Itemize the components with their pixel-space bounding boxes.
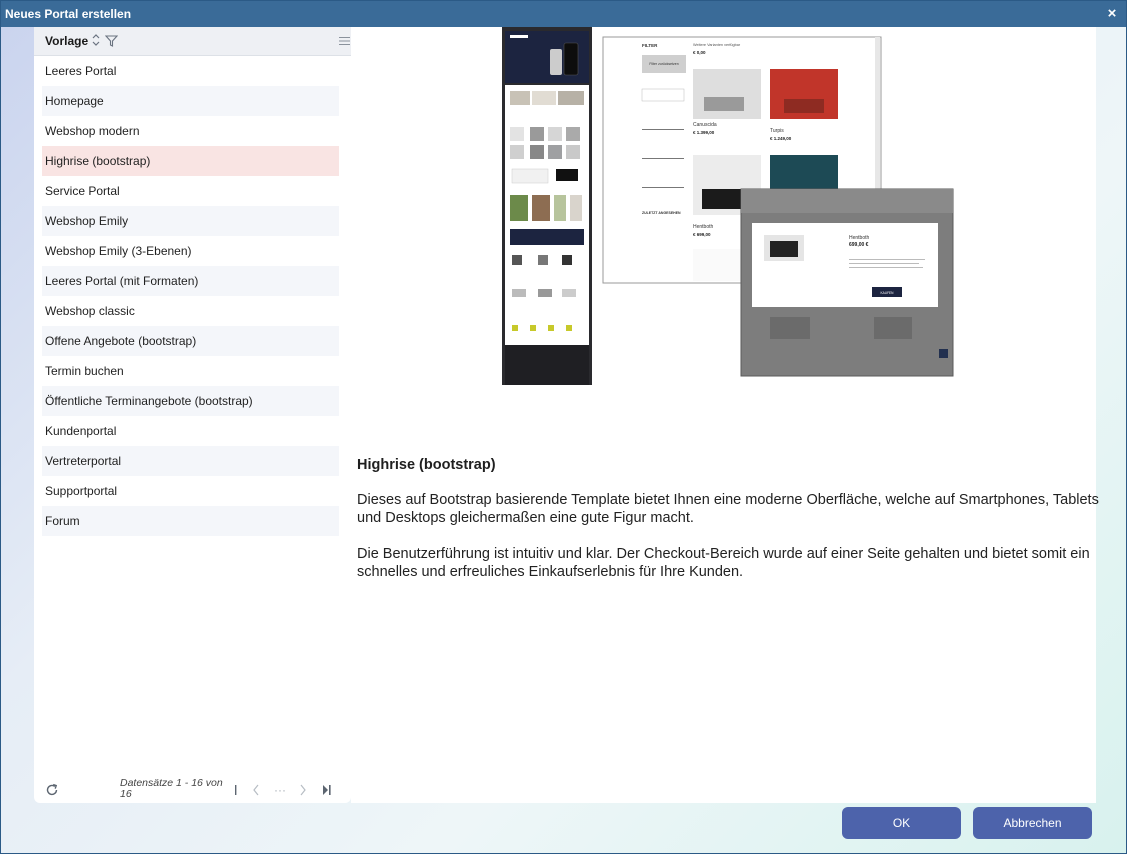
close-icon[interactable]: × bbox=[1104, 5, 1120, 23]
preview-filter-label: FILTER bbox=[642, 43, 658, 48]
preview-modal-product: Hentboth bbox=[849, 235, 870, 241]
template-list-panel: Vorlage Leeres Portal Homepage Webshop m… bbox=[34, 27, 351, 803]
column-menu-icon[interactable] bbox=[339, 36, 350, 46]
refresh-icon[interactable] bbox=[45, 783, 59, 797]
pager-record-count: Datensätze 1 - 16 von 16 bbox=[120, 777, 223, 800]
list-item[interactable]: Forum bbox=[42, 506, 339, 536]
list-item[interactable]: Vertreterportal bbox=[42, 446, 339, 476]
list-item[interactable]: Supportportal bbox=[42, 476, 339, 506]
ok-button[interactable]: OK bbox=[842, 807, 961, 839]
column-header-vorlage[interactable]: Vorlage bbox=[45, 34, 88, 48]
pager: Datensätze 1 - 16 von 16 ··· bbox=[34, 775, 351, 803]
list-item[interactable]: Offene Angebote (bootstrap) bbox=[42, 326, 339, 356]
dialog-window: Neues Portal erstellen × Vorlage Leeres … bbox=[0, 0, 1127, 854]
preview-product1-price: € 1.399,00 bbox=[693, 130, 715, 135]
template-detail-panel: FILTER Weitere Varianten verfügbar € 0,0… bbox=[351, 27, 1099, 803]
list-header: Vorlage bbox=[34, 27, 351, 56]
list-item[interactable]: Webshop classic bbox=[42, 296, 339, 326]
list-item[interactable]: Termin buchen bbox=[42, 356, 339, 386]
list-item[interactable]: Service Portal bbox=[42, 176, 339, 206]
preview-product1-name: Canuscida bbox=[693, 122, 717, 128]
pager-more-icon[interactable]: ··· bbox=[272, 783, 288, 797]
preview-price-zero: € 0,00 bbox=[693, 50, 706, 55]
dialog-titlebar: Neues Portal erstellen × bbox=[1, 1, 1126, 27]
list-item[interactable]: Leeres Portal bbox=[42, 56, 339, 86]
preview-product2-price: € 1.249,00 bbox=[770, 136, 792, 141]
dialog-title: Neues Portal erstellen bbox=[5, 7, 132, 21]
preview-product3-name: Hentboth bbox=[693, 224, 714, 230]
template-description: Dieses auf Bootstrap basierende Template… bbox=[357, 492, 1099, 526]
list-item[interactable]: Webshop Emily (3-Ebenen) bbox=[42, 236, 339, 266]
list-item[interactable]: Öffentliche Terminangebote (bootstrap) bbox=[42, 386, 339, 416]
pager-divider-icon bbox=[235, 785, 237, 795]
template-preview-image: FILTER Weitere Varianten verfügbar € 0,0… bbox=[502, 27, 954, 385]
template-title: Highrise (bootstrap) bbox=[357, 457, 496, 473]
cancel-button[interactable]: Abbrechen bbox=[973, 807, 1092, 839]
preview-product2-name: Turpis bbox=[770, 128, 784, 134]
list-item[interactable]: Kundenportal bbox=[42, 416, 339, 446]
list-item[interactable]: Leeres Portal (mit Formaten) bbox=[42, 266, 339, 296]
preview-results-label: Weitere Varianten verfügbar bbox=[693, 43, 741, 47]
preview-product3-price: € 699,00 bbox=[693, 232, 711, 237]
preview-recent-label: ZULETZT ANGESEHEN bbox=[642, 211, 681, 215]
filter-icon[interactable] bbox=[105, 35, 118, 47]
pager-next-icon[interactable] bbox=[298, 783, 308, 797]
template-list: Leeres Portal Homepage Webshop modern Hi… bbox=[42, 56, 339, 536]
template-description-2: Die Benutzerführung ist intuitiv und kla… bbox=[357, 546, 1090, 580]
list-item[interactable]: Webshop Emily bbox=[42, 206, 339, 236]
pager-previous-icon[interactable] bbox=[251, 783, 261, 797]
sort-icon[interactable] bbox=[91, 33, 101, 47]
preview-modal-price: 699,00 € bbox=[849, 242, 869, 248]
list-item[interactable]: Homepage bbox=[42, 86, 339, 116]
pager-last-icon[interactable] bbox=[321, 783, 333, 797]
preview-filter-button: Filter zurücksetzen bbox=[649, 62, 678, 66]
list-item[interactable]: Webshop modern bbox=[42, 116, 339, 146]
list-item-selected[interactable]: Highrise (bootstrap) bbox=[42, 146, 339, 176]
preview-modal-button: KAUFEN bbox=[881, 291, 895, 295]
